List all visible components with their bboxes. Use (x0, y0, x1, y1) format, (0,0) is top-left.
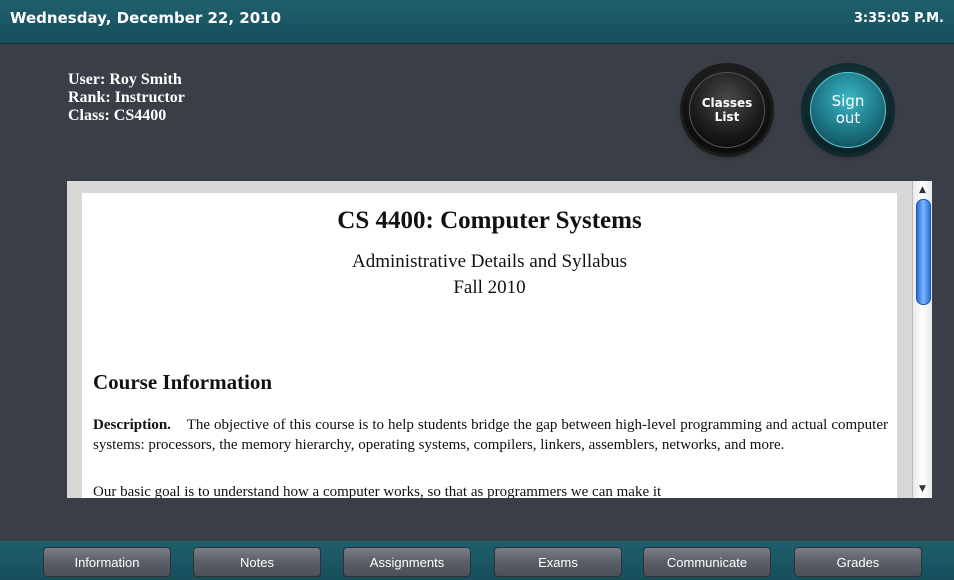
sign-out-label-1: Sign (831, 92, 865, 110)
scroll-down-icon[interactable]: ▼ (913, 482, 932, 496)
document-subtitle: Administrative Details and Syllabus (352, 251, 627, 272)
classes-list-button[interactable]: Classes List (683, 66, 771, 154)
sign-out-label-2: out (835, 109, 861, 127)
document-page: CS 4400: Computer Systems Administrative… (82, 193, 897, 498)
classes-list-label-2: List (714, 110, 740, 124)
section-heading: Course Information (93, 370, 273, 394)
nav-exams-button[interactable]: Exams (494, 547, 622, 577)
next-paragraph: Our basic goal is to understand how a co… (93, 484, 662, 498)
user-class: Class: CS4400 (68, 107, 167, 124)
sign-out-button[interactable]: Sign out (804, 66, 892, 154)
user-info: User: Roy Smith Rank: Instructor Class: … (68, 71, 185, 125)
nav-notes-button[interactable]: Notes (193, 547, 321, 577)
classes-list-button-face[interactable]: Classes List (689, 72, 765, 148)
nav-information-button[interactable]: Information (43, 547, 171, 577)
scroll-up-icon[interactable]: ▲ (913, 183, 932, 197)
top-bar: Wednesday, December 22, 2010 3:35:05 P.M… (0, 0, 954, 44)
classes-list-label-1: Classes (701, 96, 753, 110)
description-text: The objective of this course is to help … (93, 417, 888, 453)
nav-assignments-button[interactable]: Assignments (343, 547, 471, 577)
sign-out-button-face[interactable]: Sign out (810, 72, 886, 148)
nav-communicate-button[interactable]: Communicate (643, 547, 771, 577)
nav-grades-button[interactable]: Grades (794, 547, 922, 577)
description-label: Description. (93, 417, 171, 433)
scroll-thumb[interactable] (916, 199, 931, 305)
current-date: Wednesday, December 22, 2010 (10, 9, 282, 27)
document-viewer[interactable]: CS 4400: Computer Systems Administrative… (67, 181, 912, 498)
document-title: CS 4400: Computer Systems (337, 207, 642, 234)
description-paragraph: Description. The objective of this cours… (93, 415, 888, 455)
user-rank: Rank: Instructor (68, 89, 185, 106)
bottom-nav-bar: Information Notes Assignments Exams Comm… (0, 541, 954, 580)
user-name: User: Roy Smith (68, 71, 182, 88)
current-time: 3:35:05 P.M. (853, 11, 944, 26)
vertical-scrollbar[interactable]: ▲ ▼ (912, 181, 932, 498)
document-term: Fall 2010 (453, 277, 526, 298)
